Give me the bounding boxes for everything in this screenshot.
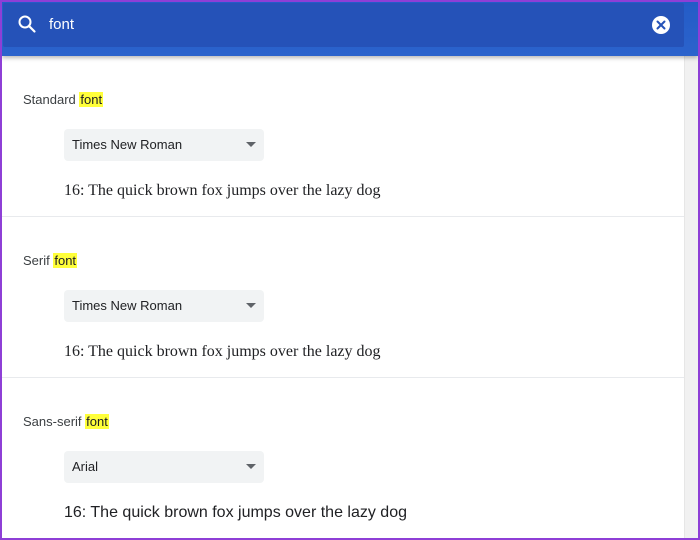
search-highlight: font xyxy=(79,92,104,107)
sans-serif-font-section: Sans-serif font Arial 16: The quick brow… xyxy=(2,378,684,538)
font-sample-text: 16: The quick brown fox jumps over the l… xyxy=(64,343,381,360)
chevron-down-icon xyxy=(246,464,256,469)
close-circle-icon[interactable] xyxy=(652,16,670,34)
search-highlight: font xyxy=(53,253,78,268)
font-sample-text: 16: The quick brown fox jumps over the l… xyxy=(64,504,407,521)
sans-serif-font-select[interactable]: Arial xyxy=(64,451,264,483)
section-label-prefix: Serif xyxy=(23,253,50,268)
font-sample-text: 16: The quick brown fox jumps over the l… xyxy=(64,182,381,199)
select-value: Times New Roman xyxy=(72,137,183,152)
search-input[interactable]: font xyxy=(49,16,74,33)
settings-window: font Standard font Times New Roman 16: T… xyxy=(2,2,698,538)
section-label: Serif font xyxy=(23,253,78,268)
serif-font-section: Serif font Times New Roman 16: The quick… xyxy=(2,217,684,378)
font-settings-panel: Standard font Times New Roman 16: The qu… xyxy=(2,56,684,538)
search-toolbar: font xyxy=(2,2,698,56)
chevron-down-icon xyxy=(246,142,256,147)
serif-font-select[interactable]: Times New Roman xyxy=(64,290,264,322)
section-label: Standard font xyxy=(23,92,104,107)
select-value: Arial xyxy=(72,459,99,474)
standard-font-select[interactable]: Times New Roman xyxy=(64,129,264,161)
scrollbar[interactable] xyxy=(684,56,698,538)
section-label-prefix: Sans-serif xyxy=(23,414,82,429)
standard-font-section: Standard font Times New Roman 16: The qu… xyxy=(2,56,684,217)
chevron-down-icon xyxy=(246,303,256,308)
section-label-prefix: Standard xyxy=(23,92,76,107)
search-field[interactable]: font xyxy=(3,3,684,47)
section-label: Sans-serif font xyxy=(23,414,109,429)
search-icon[interactable] xyxy=(17,14,37,34)
select-value: Times New Roman xyxy=(72,298,183,313)
search-highlight: font xyxy=(85,414,109,429)
